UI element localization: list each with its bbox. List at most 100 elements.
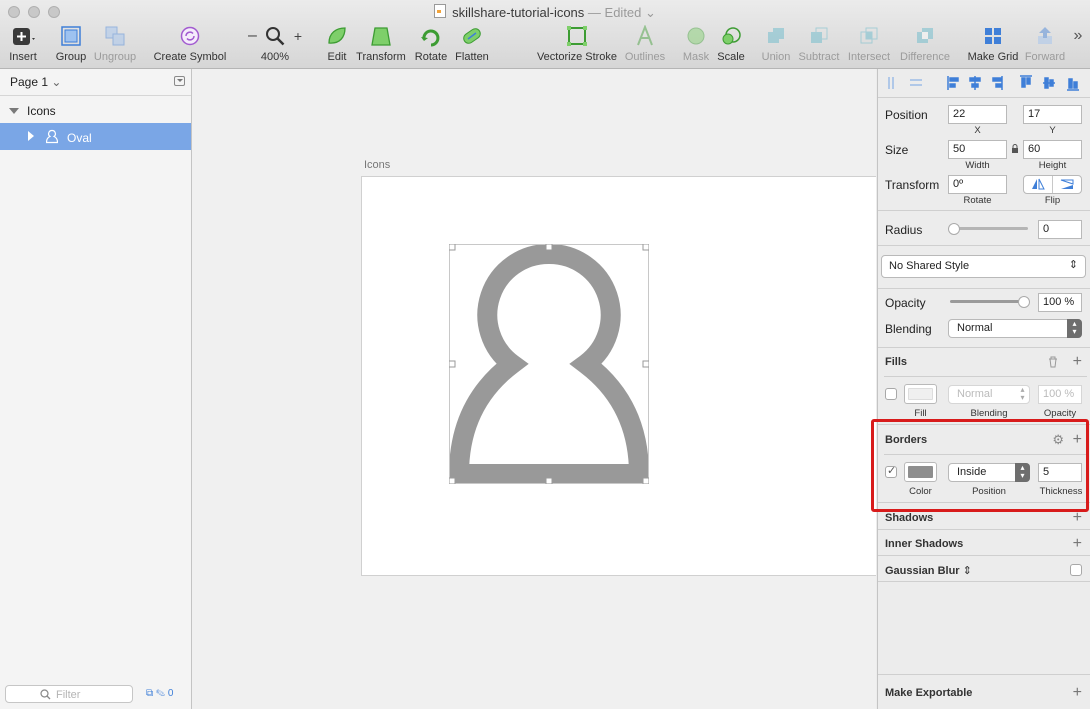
mask-button[interactable]: Mask (680, 24, 712, 66)
width-caption: Width (965, 160, 990, 171)
gear-icon[interactable]: ⚙ (1052, 432, 1064, 448)
layer-row-oval[interactable]: Oval (0, 123, 191, 150)
add-shadow-button[interactable]: + (1073, 510, 1082, 526)
y-field[interactable]: 17 (1023, 105, 1082, 124)
layer-row-icons[interactable]: Icons (0, 97, 191, 124)
insert-button[interactable]: Insert (6, 24, 40, 66)
collapse-pages-icon[interactable] (174, 76, 185, 86)
disclosure-triangle-icon[interactable] (28, 131, 34, 141)
opacity-slider[interactable] (950, 300, 1026, 303)
rotate-icon (421, 29, 440, 47)
make-grid-button[interactable]: Make Grid (966, 24, 1020, 66)
height-field[interactable]: 60 (1023, 140, 1082, 159)
canvas[interactable]: Icons (192, 69, 876, 709)
rotate-button[interactable]: Rotate (412, 24, 450, 66)
align-toolbar (878, 69, 1090, 97)
chevron-down-icon: ⌄ (641, 5, 656, 20)
gaussian-blur-checkbox[interactable] (1070, 564, 1082, 576)
vectorize-stroke-button[interactable]: Vectorize Stroke (533, 24, 621, 66)
intersect-label: Intersect (847, 51, 891, 63)
shadows-section-title: Shadows (885, 512, 934, 524)
filter-placeholder: Filter (56, 689, 81, 701)
rotate-field[interactable]: 0º (948, 175, 1007, 194)
resize-handles[interactable] (449, 244, 649, 484)
group-button[interactable]: Group (54, 24, 88, 66)
disclosure-triangle-icon[interactable] (9, 108, 19, 114)
border-thickness-caption: Thickness (1039, 486, 1083, 497)
flatten-button[interactable]: Flatten (452, 24, 492, 66)
width-field[interactable]: 50 (948, 140, 1007, 159)
opacity-slider-knob[interactable] (1018, 296, 1030, 308)
radius-slider[interactable] (950, 227, 1028, 230)
page-selector[interactable]: Page 1 ⌄ (0, 69, 191, 96)
create-symbol-button[interactable]: Create Symbol (152, 24, 228, 66)
union-button[interactable]: Union (759, 24, 793, 66)
toolbar-overflow-button[interactable]: » (1070, 27, 1086, 69)
lock-icon[interactable] (1011, 144, 1019, 154)
edited-status[interactable]: — Edited (588, 5, 641, 20)
filter-input[interactable]: Filter (5, 685, 133, 703)
shared-style-select[interactable]: No Shared Style ⇕ (881, 255, 1086, 278)
outlines-button[interactable]: Outlines (622, 24, 668, 66)
forward-icon (1038, 27, 1052, 44)
ungroup-button[interactable]: Ungroup (92, 24, 138, 66)
trash-icon[interactable] (1048, 356, 1058, 368)
updown-chevron-icon: ▴ ▾ (1020, 385, 1025, 402)
x-field[interactable]: 22 (948, 105, 1007, 124)
fill-opacity-field[interactable]: 100 % (1038, 385, 1082, 404)
fills-section-title: Fills (885, 356, 908, 368)
add-border-button[interactable]: + (1073, 432, 1082, 448)
document-name: skillshare-tutorial-icons (452, 5, 585, 20)
slices-filter-icon[interactable]: ✎ (156, 688, 165, 699)
border-enabled-checkbox[interactable] (885, 464, 897, 478)
edit-button[interactable]: Edit (322, 24, 352, 66)
symbols-filter-icon[interactable]: ⧉ (146, 688, 153, 699)
gaussian-blur-select[interactable]: Gaussian Blur ⇕ (885, 564, 972, 577)
transform-button[interactable]: Transform (354, 24, 408, 66)
selected-shape[interactable] (449, 244, 649, 484)
group-label: Group (55, 51, 87, 63)
vectorize-stroke-label: Vectorize Stroke (536, 51, 618, 63)
intersect-button[interactable]: Intersect (845, 24, 893, 66)
border-position-select[interactable]: Inside ▴ ▾ (948, 463, 1030, 482)
flip-caption: Flip (1044, 195, 1061, 206)
add-export-button[interactable]: + (1073, 685, 1082, 701)
forward-button[interactable]: Forward (1022, 24, 1068, 66)
flip-vertical-button[interactable] (1060, 179, 1074, 189)
blending-select[interactable]: Normal ▴ ▾ (948, 319, 1082, 338)
zoom-out-button[interactable]: – (248, 27, 257, 45)
union-label: Union (761, 51, 791, 63)
fill-enabled-checkbox[interactable] (885, 388, 897, 400)
border-color-swatch[interactable] (904, 462, 937, 482)
rotate-caption: Rotate (963, 195, 992, 206)
flatten-icon (463, 28, 481, 44)
flip-horizontal-button[interactable] (1032, 178, 1045, 190)
radius-field[interactable]: 0 (1038, 220, 1082, 239)
make-grid-label: Make Grid (967, 51, 1019, 63)
zoom-in-button[interactable]: + (294, 28, 302, 44)
difference-button[interactable]: Difference (897, 24, 953, 66)
add-inner-shadow-button[interactable]: + (1073, 536, 1082, 552)
artboard-title[interactable]: Icons (364, 159, 390, 171)
subtract-button[interactable]: Subtract (795, 24, 843, 66)
symbol-icon (180, 26, 200, 46)
mask-label: Mask (682, 51, 710, 63)
add-fill-button[interactable]: + (1073, 354, 1082, 370)
align-icons (888, 75, 1079, 91)
blending-value: Normal (957, 322, 993, 334)
height-caption: Height (1038, 160, 1067, 171)
opacity-field[interactable]: 100 % (1038, 293, 1082, 312)
border-position-value: Inside (957, 466, 987, 478)
outlines-label: Outlines (624, 51, 666, 63)
fill-color-swatch[interactable] (904, 384, 937, 404)
border-thickness-field[interactable]: 5 (1038, 463, 1082, 482)
distribute-vertical-icon (910, 79, 922, 86)
person-shape[interactable] (449, 244, 649, 484)
radius-slider-knob[interactable] (948, 223, 960, 235)
updown-chevron-icon: ⇕ (1068, 259, 1078, 271)
fill-blending-select[interactable]: Normal ▴ ▾ (948, 385, 1030, 404)
scale-button[interactable]: Scale (714, 24, 748, 66)
group-icon (61, 26, 81, 46)
fill-caption: Fill (914, 408, 927, 419)
rotate-label: Rotate (414, 51, 448, 63)
